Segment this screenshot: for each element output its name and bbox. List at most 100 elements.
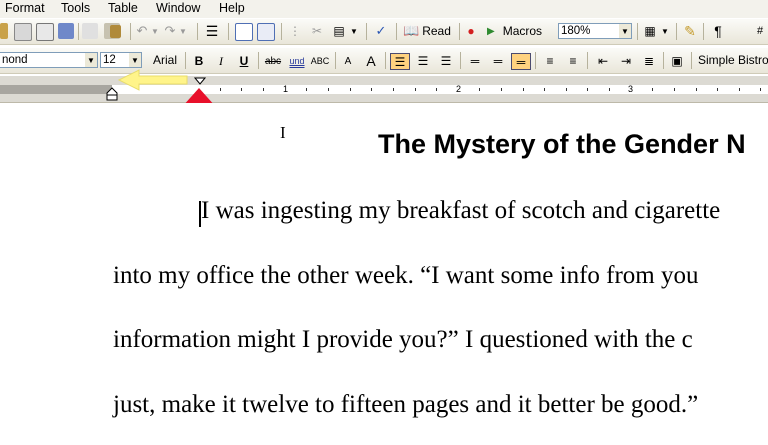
separator (197, 23, 198, 40)
document-page[interactable]: The Mystery of the Gender N I I was inge… (0, 103, 768, 445)
menu-help[interactable]: Help (219, 1, 245, 15)
align-right-icon[interactable]: ☰ (436, 53, 456, 70)
ruler-tick (241, 88, 242, 91)
ruler-tick (674, 88, 675, 91)
separator (396, 23, 397, 40)
separator (703, 23, 704, 40)
paragraph-line: into my office the other week. “I want s… (113, 262, 699, 289)
double-underline-button[interactable]: und (287, 53, 307, 70)
justify-button[interactable]: ═ (511, 53, 531, 70)
ruler-number: 1 (283, 84, 289, 94)
undo-icon[interactable]: ↶ (134, 22, 150, 40)
ruler-number: 2 (456, 84, 462, 94)
separator (637, 23, 638, 40)
line-spacing-icon[interactable]: ═ (465, 53, 485, 70)
menu-table[interactable]: Table (108, 1, 138, 15)
style-select[interactable]: Simple Bistro (698, 51, 768, 69)
format-painter-icon[interactable]: ▤ (331, 22, 347, 40)
ruler-tick (306, 88, 307, 91)
bold-button[interactable]: B (189, 53, 209, 70)
insert-table-icon[interactable] (235, 23, 253, 41)
redo-dropdown-icon[interactable]: ▼ (178, 22, 188, 40)
ruler-tick (501, 88, 502, 91)
shrink-font-button[interactable]: A (338, 53, 358, 70)
small-caps-button[interactable]: ABC (310, 53, 330, 70)
menu-window[interactable]: Window (156, 1, 200, 15)
menu-bar: Format Tools Table Window Help (0, 0, 768, 18)
font-hint: Arial (152, 53, 177, 67)
numbering-icon[interactable]: ≡ (540, 53, 560, 70)
underline-button[interactable]: U (234, 53, 254, 70)
first-line-indent-marker[interactable] (194, 77, 206, 86)
read-label: Read (422, 24, 451, 38)
zoom-select[interactable]: 180% (558, 23, 620, 39)
record-macro-icon[interactable]: ● (465, 22, 477, 40)
print-preview-icon[interactable] (36, 23, 54, 41)
styles-pane-icon[interactable]: ▣ (667, 53, 687, 70)
font-size-select[interactable]: 12 (100, 52, 130, 68)
ruler-tick (393, 88, 394, 91)
separator (228, 23, 229, 40)
grow-font-button[interactable]: A (361, 53, 381, 70)
zoom-dropdown-icon[interactable]: ▼ (619, 23, 632, 39)
strikethrough-button[interactable]: abc (263, 53, 283, 70)
ruler-tick (609, 88, 610, 91)
separator (535, 52, 536, 69)
borders-dropdown-icon[interactable]: ▼ (660, 22, 670, 40)
menu-tools[interactable]: Tools (61, 1, 90, 15)
formatting-toolbar: nond ▼ 12 ▼ Arial B I U abc und ABC A A … (0, 48, 768, 74)
increase-indent-icon[interactable]: ⇥ (616, 53, 636, 70)
decrease-indent-icon[interactable]: ⇤ (593, 53, 613, 70)
font-name-select[interactable]: nond (0, 52, 86, 68)
italic-button[interactable]: I (211, 53, 231, 70)
ruler-tick (760, 88, 761, 91)
ruler-margin (0, 85, 112, 94)
font-name-dropdown-icon[interactable]: ▼ (85, 52, 98, 68)
more-options-icon[interactable]: # (752, 22, 768, 40)
yellow-arrow-icon (117, 69, 188, 91)
read-button[interactable]: 📖 Read (403, 22, 453, 40)
ruler-tick (587, 88, 588, 91)
drawing-icon[interactable]: ✂ (309, 22, 325, 40)
print-icon[interactable] (14, 23, 32, 41)
separator (459, 23, 460, 40)
format-dropdown-icon[interactable]: ▼ (349, 22, 359, 40)
highlighter-icon[interactable]: ✎ (682, 22, 698, 40)
ruler-tick (436, 88, 437, 91)
menu-format[interactable]: Format (5, 1, 45, 15)
book-icon: 📖 (403, 23, 420, 38)
ruler-tick (696, 88, 697, 91)
align-left-button[interactable]: ☰ (390, 53, 410, 70)
bullets-icon[interactable]: ≡ (563, 53, 583, 70)
cut-icon[interactable] (82, 23, 98, 39)
spell-check-icon[interactable]: ✓ (372, 22, 390, 40)
ruler-tick (523, 88, 524, 91)
horizontal-ruler[interactable]: 1 2 3 (0, 76, 768, 103)
borders-icon[interactable]: ▦ (643, 22, 657, 40)
show-formatting-icon[interactable]: ¶ (710, 22, 726, 40)
ibeam-cursor-icon: I (280, 123, 286, 142)
paste-icon[interactable] (110, 25, 121, 38)
separator (366, 23, 367, 40)
standard-toolbar: ↶ ▼ ↷ ▼ ☰ ⋮ ✂ ▤ ▼ ✓ 📖 Read ● ▶ Macros 18… (0, 19, 768, 45)
ruler-tick (415, 88, 416, 91)
outline-icon[interactable]: ≣ (639, 53, 659, 70)
font-size-dropdown-icon[interactable]: ▼ (129, 52, 142, 68)
spelling-icon[interactable] (58, 23, 74, 39)
spacing-icon[interactable]: ═ (488, 53, 508, 70)
ruler-tick (263, 88, 264, 91)
columns-icon[interactable]: ⋮ (287, 22, 303, 40)
align-center-icon[interactable]: ☰ (413, 53, 433, 70)
redo-icon[interactable]: ↷ (162, 22, 178, 40)
separator (185, 52, 186, 69)
document-title: The Mystery of the Gender N (378, 129, 746, 159)
macros-label: Macros (502, 24, 543, 38)
macros-button[interactable]: ▶ Macros (487, 22, 547, 40)
open-icon[interactable] (0, 23, 8, 39)
tables-borders-icon[interactable] (257, 23, 275, 41)
undo-dropdown-icon[interactable]: ▼ (150, 22, 160, 40)
separator (281, 23, 282, 40)
ruler-tick (220, 88, 221, 91)
document-map-icon[interactable]: ☰ (203, 22, 221, 40)
ruler-tick (717, 88, 718, 91)
